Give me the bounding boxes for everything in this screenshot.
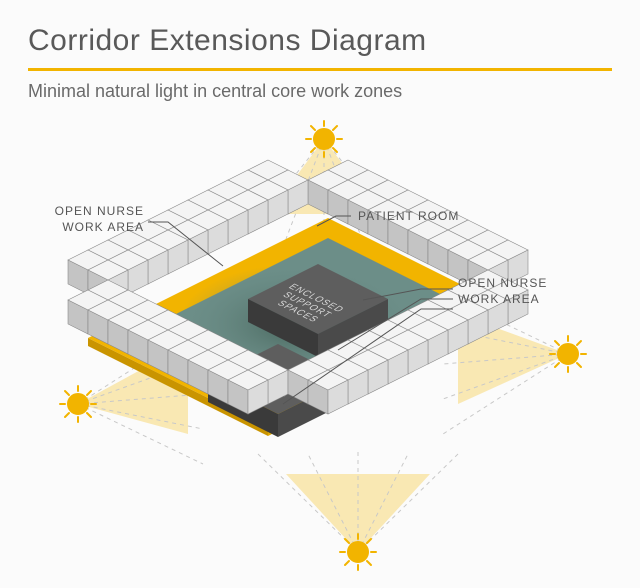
page-title: Corridor Extensions Diagram (28, 24, 612, 58)
label-patient-room: PATIENT ROOM (358, 209, 478, 225)
label-nurse-right: OPEN NURSE WORK AREA (458, 276, 578, 307)
label-nurse-left: OPEN NURSE WORK AREA (34, 204, 144, 235)
accent-rule (28, 68, 612, 71)
page-subtitle: Minimal natural light in central core wo… (28, 81, 612, 102)
diagram-stage: OPEN NURSE WORK AREA PATIENT ROOM OPEN N… (28, 104, 612, 574)
diagram-svg: ENCLOSEDSUPPORTSPACES ENCLOSEDSUPPORTSPA… (28, 104, 612, 574)
